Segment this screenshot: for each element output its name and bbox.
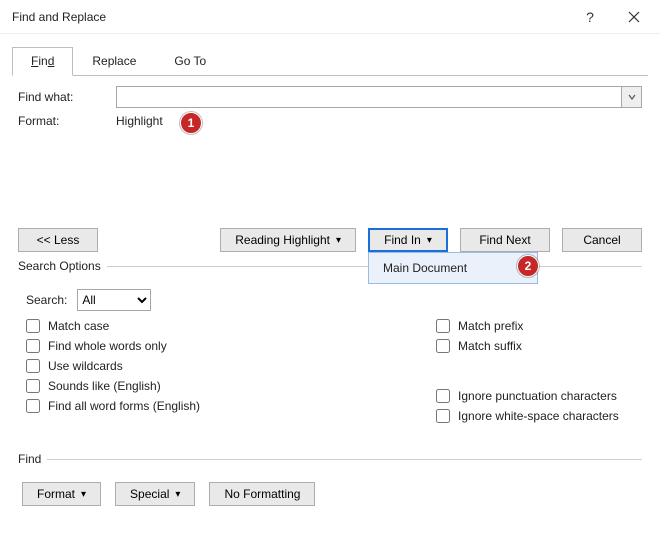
format-button[interactable]: Format▾ (22, 482, 101, 506)
checkbox-col-right: Match prefix Match suffix Ignore punctua… (436, 319, 619, 423)
format-label: Format: (18, 114, 108, 128)
tab-find[interactable]: Find (12, 47, 73, 76)
format-value: Highlight (116, 114, 163, 128)
titlebar: Find and Replace ? (0, 0, 660, 34)
chk-wildcards[interactable]: Use wildcards (26, 359, 200, 373)
reading-highlight-label: Reading Highlight (235, 233, 330, 247)
tab-content: Find what: Format: Highlight 1 << Less R… (0, 76, 660, 506)
find-what-label: Find what: (18, 90, 108, 104)
find-in-wrap: Find In ▾ Main Document 2 (368, 228, 448, 252)
tabstrip: Find Replace Go To (0, 34, 660, 75)
find-footer-buttons: Format▾ Special▾ No Formatting (22, 482, 642, 506)
no-formatting-button[interactable]: No Formatting (209, 482, 315, 506)
search-options-group: Search Options Search: All Match case Fi… (18, 266, 642, 423)
search-direction-select[interactable]: All (77, 289, 151, 311)
annotation-badge-2: 2 (517, 255, 539, 277)
dialog-button-row: << Less Reading Highlight ▾ Find In ▾ Ma… (18, 228, 642, 252)
chevron-down-icon (628, 93, 636, 101)
format-row: Format: Highlight 1 (18, 114, 642, 128)
caret-down-icon: ▾ (427, 235, 432, 246)
chk-sounds-like[interactable]: Sounds like (English) (26, 379, 200, 393)
tab-goto[interactable]: Go To (155, 47, 225, 76)
chk-ignore-ws[interactable]: Ignore white-space characters (436, 409, 619, 423)
search-options-legend: Search Options (18, 259, 107, 273)
find-next-button[interactable]: Find Next (460, 228, 550, 252)
checkbox-columns: Match case Find whole words only Use wil… (26, 319, 642, 423)
chk-word-forms[interactable]: Find all word forms (English) (26, 399, 200, 413)
find-in-label: Find In (384, 233, 421, 247)
checkbox-col-left: Match case Find whole words only Use wil… (26, 319, 200, 423)
special-button[interactable]: Special▾ (115, 482, 195, 506)
find-what-input[interactable] (117, 87, 621, 107)
close-button[interactable] (612, 2, 656, 32)
reading-highlight-button[interactable]: Reading Highlight ▾ (220, 228, 356, 252)
less-button[interactable]: << Less (18, 228, 98, 252)
find-what-combobox[interactable] (116, 86, 642, 108)
chk-ignore-punct[interactable]: Ignore punctuation characters (436, 389, 619, 403)
close-icon (628, 11, 640, 23)
help-button[interactable]: ? (568, 2, 612, 32)
chk-match-case[interactable]: Match case (26, 319, 200, 333)
find-what-row: Find what: (18, 86, 642, 108)
chk-match-prefix[interactable]: Match prefix (436, 319, 619, 333)
find-footer-legend: Find (18, 452, 47, 466)
chk-whole-words[interactable]: Find whole words only (26, 339, 200, 353)
find-in-dropdown: Main Document 2 (368, 252, 538, 284)
tab-replace[interactable]: Replace (73, 47, 155, 76)
dialog-title: Find and Replace (12, 10, 568, 24)
chk-match-suffix[interactable]: Match suffix (436, 339, 619, 353)
find-what-dropdown[interactable] (621, 87, 641, 107)
search-direction-row: Search: All (26, 289, 642, 311)
find-in-button[interactable]: Find In ▾ (368, 228, 448, 252)
find-in-main-document-item[interactable]: Main Document (369, 257, 537, 279)
caret-down-icon: ▾ (175, 489, 180, 500)
caret-down-icon: ▾ (336, 235, 341, 246)
annotation-badge-1: 1 (180, 112, 202, 134)
find-footer-group: Find Format▾ Special▾ No Formatting (18, 459, 642, 506)
cancel-button[interactable]: Cancel (562, 228, 642, 252)
caret-down-icon: ▾ (81, 489, 86, 500)
search-direction-label: Search: (26, 293, 67, 307)
